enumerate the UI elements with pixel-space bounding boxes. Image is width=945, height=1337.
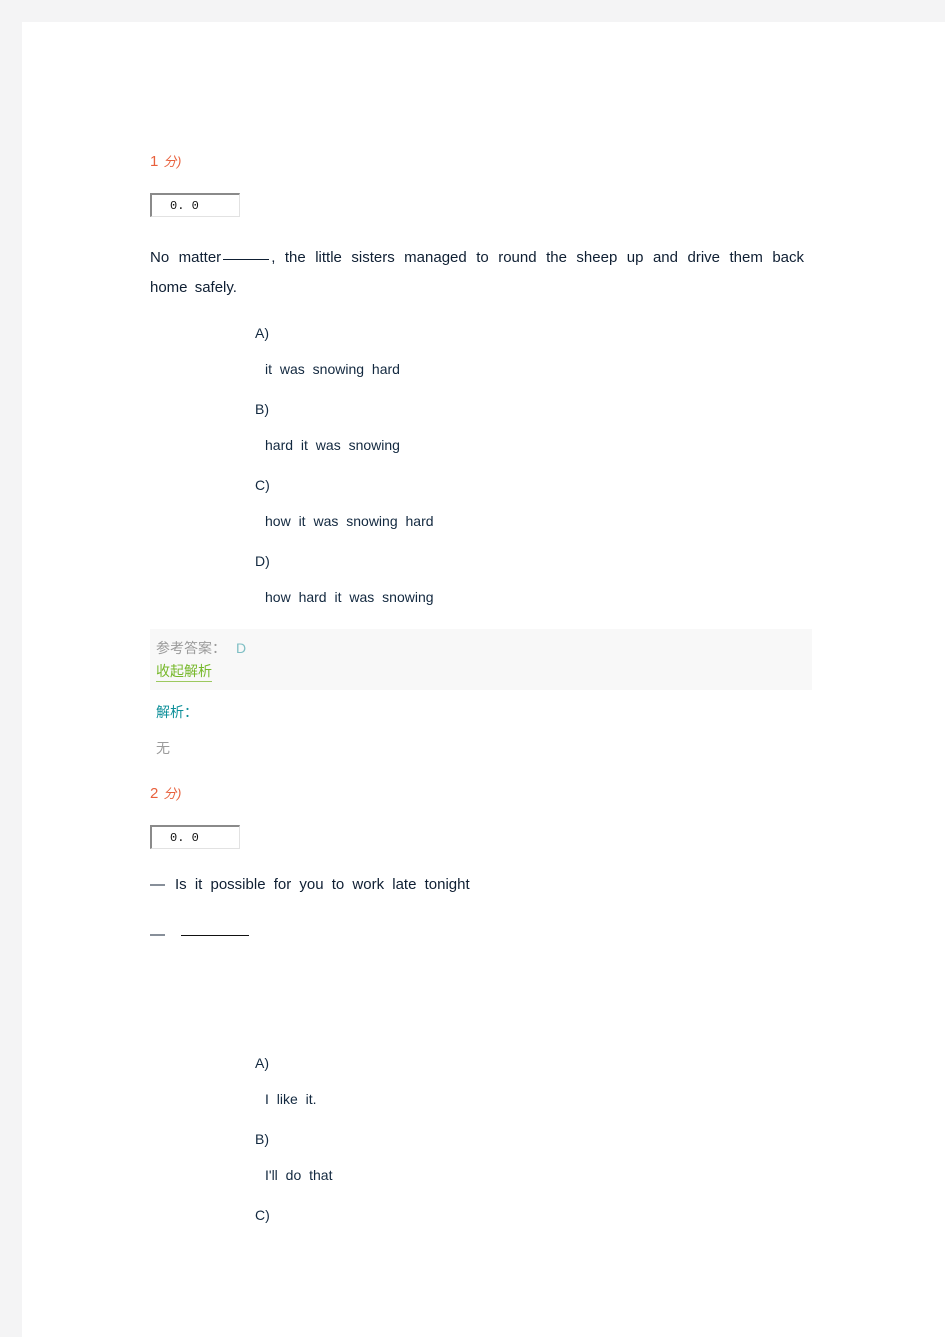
question-2-question-dash: —	[150, 876, 165, 893]
question-1-options: A) it was snowing hard B) hard it was sn…	[150, 323, 945, 607]
question-2-option-b-letter[interactable]: B)	[255, 1129, 945, 1149]
question-1-stem: No matter, the little sisters managed to…	[150, 243, 804, 303]
question-1-option-d-letter[interactable]: D)	[255, 551, 945, 571]
question-2-score-input[interactable]	[150, 825, 240, 849]
question-2-score-unit: 分)	[163, 786, 182, 801]
question-2-answer-dash: —	[150, 926, 165, 943]
question-1-answer-value: D	[236, 640, 247, 656]
question-1-answer-row: 参考答案： D	[156, 637, 812, 659]
question-1-number: 1	[150, 153, 159, 170]
question-2-options: A) I like it. B) I'll do that C)	[150, 1053, 945, 1225]
question-1-toggle-analysis-link[interactable]: 收起解析	[156, 661, 212, 682]
question-block-1: 1 分) No matter, the little sisters manag…	[150, 154, 945, 758]
question-2-question-text: Is it possible for you to work late toni…	[175, 876, 470, 893]
question-1-stem-before: No matter	[150, 249, 222, 266]
question-2-dialog-answer: —	[150, 921, 945, 949]
question-1-option-a-letter[interactable]: A)	[255, 323, 945, 343]
exam-content: 1 分) No matter, the little sisters manag…	[22, 22, 945, 1225]
question-1-analysis-label: 解析：	[156, 704, 198, 720]
question-2-option-b-text[interactable]: I'll do that	[255, 1165, 945, 1185]
question-1-score-header: 1 分)	[150, 154, 945, 169]
question-1-analysis-body: 无	[156, 740, 170, 756]
question-1-option-c-text[interactable]: how it was snowing hard	[255, 511, 945, 531]
question-2-option-a-text[interactable]: I like it.	[255, 1089, 945, 1109]
question-1-option-a-text[interactable]: it was snowing hard	[255, 359, 945, 379]
question-2-dialog-question: — Is it possible for you to work late ton…	[150, 871, 945, 899]
question-1-score-unit: 分)	[163, 154, 182, 169]
exam-page-sheet: 1 分) No matter, the little sisters manag…	[22, 22, 945, 1337]
question-1-answer-band: 参考答案： D 收起解析	[150, 629, 812, 690]
question-1-option-b-letter[interactable]: B)	[255, 399, 945, 419]
question-2-score-header: 2 分)	[150, 786, 945, 801]
question-2-spacer	[150, 949, 945, 1033]
question-2-option-c-letter[interactable]: C)	[255, 1205, 945, 1225]
question-1-blank	[223, 259, 270, 260]
question-1-stem-after: , the little sisters managed to round th…	[150, 249, 805, 296]
question-1-option-c-letter[interactable]: C)	[255, 475, 945, 495]
question-block-2: 2 分) — Is it possible for you to work lat…	[150, 786, 945, 1225]
question-1-answer-label: 参考答案：	[156, 640, 226, 656]
question-1-score-input[interactable]	[150, 193, 240, 217]
question-1-option-d-text[interactable]: how hard it was snowing	[255, 587, 945, 607]
question-1-option-b-text[interactable]: hard it was snowing	[255, 435, 945, 455]
question-2-number: 2	[150, 785, 159, 802]
question-2-option-a-letter[interactable]: A)	[255, 1053, 945, 1073]
question-2-blank	[181, 935, 249, 936]
